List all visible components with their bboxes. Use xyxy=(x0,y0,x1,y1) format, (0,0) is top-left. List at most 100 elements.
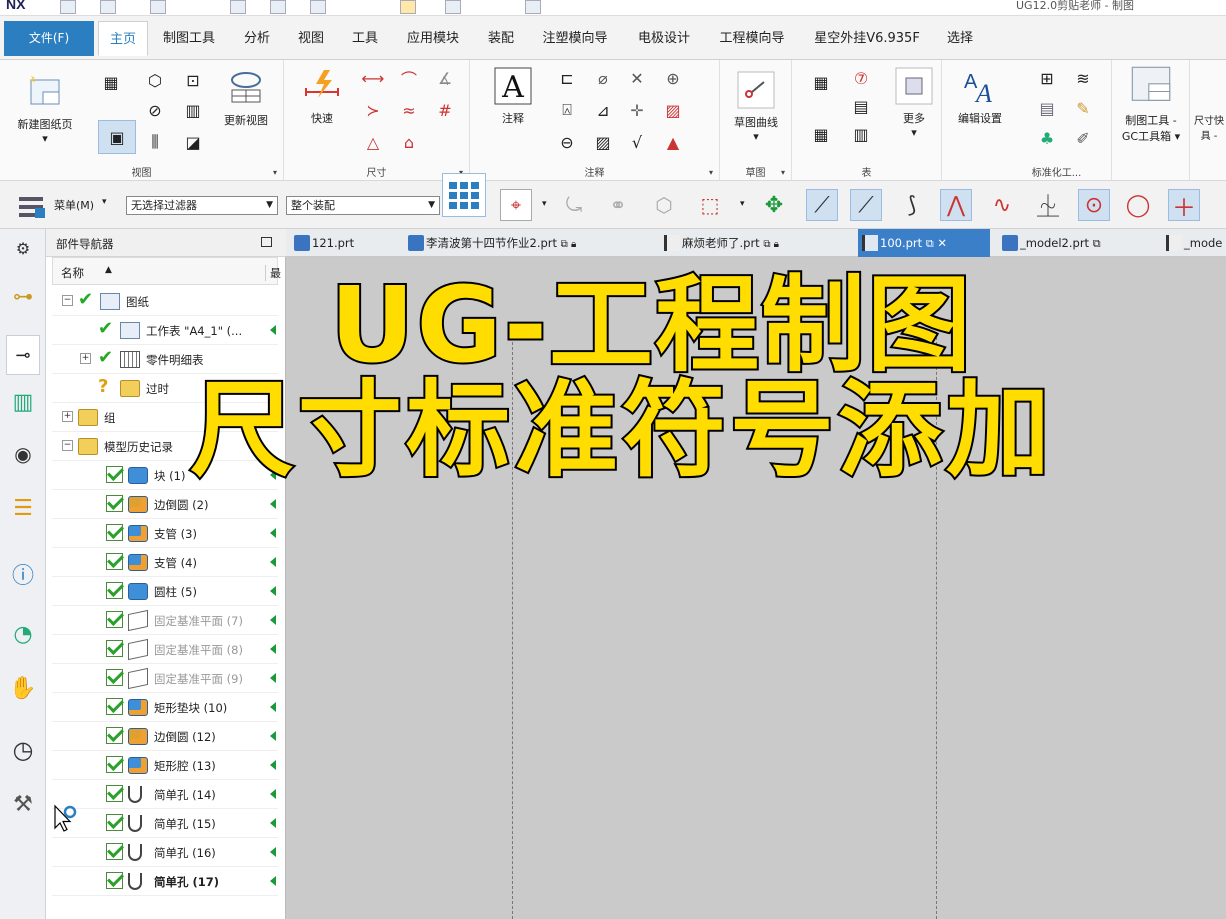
balloon-icon[interactable]: ⑦ xyxy=(848,66,874,90)
detail-view-icon[interactable]: ⊡ xyxy=(180,68,206,92)
tab-engineering-wizard[interactable]: 工程模向导 xyxy=(711,21,793,56)
snap-intersection-icon[interactable]: ⏈ xyxy=(1032,189,1064,221)
title-block-icon[interactable]: ▤ xyxy=(1034,96,1060,120)
file-menu-tab[interactable]: 文件(F) xyxy=(4,21,94,56)
feature-checkbox[interactable] xyxy=(106,785,123,802)
arc-length-dimension-icon[interactable]: △ xyxy=(360,130,386,154)
navigator-row[interactable]: 矩形垫块 (10) xyxy=(52,693,278,722)
tab-select[interactable]: 选择 xyxy=(940,21,980,56)
standard-tool-icon[interactable]: ✐ xyxy=(1070,126,1096,150)
navigator-row[interactable]: 固定基准平面 (7) xyxy=(52,606,278,635)
ordinate-dimension-icon[interactable]: # xyxy=(432,98,458,122)
snap-spline-icon[interactable]: ∿ xyxy=(986,189,1018,221)
hole-table-icon[interactable]: ▥ xyxy=(848,122,874,146)
navigator-row[interactable]: 简单孔 (14) xyxy=(52,780,278,809)
window-menu-icon[interactable] xyxy=(525,0,541,14)
weld-symbol-icon[interactable]: √ xyxy=(624,130,650,154)
menu-dropdown-icon[interactable]: ▾ xyxy=(102,197,107,207)
web-browser-icon[interactable]: ⓘ xyxy=(8,559,38,589)
save-icon[interactable] xyxy=(60,0,76,14)
feature-checkbox[interactable] xyxy=(106,466,123,483)
snap-endpoint-icon[interactable]: ⟋ xyxy=(806,189,838,221)
dim-quick-tool-button[interactable]: 尺寸快 具 - xyxy=(1192,112,1226,142)
tab-application[interactable]: 应用模块 xyxy=(400,21,466,56)
tab-electrode-design[interactable]: 电极设计 xyxy=(629,21,699,56)
settings-gear-icon[interactable]: ⚙ xyxy=(8,233,38,263)
window-icon[interactable] xyxy=(310,0,326,14)
target-point-icon[interactable]: ✛ xyxy=(624,98,650,122)
perimeter-dimension-icon[interactable]: ⌂ xyxy=(396,130,422,154)
feature-checkbox[interactable] xyxy=(106,872,123,889)
tag-icon[interactable]: ✎ xyxy=(1070,96,1096,120)
touch-icon[interactable] xyxy=(400,0,416,14)
collapse-toggle-icon[interactable]: − xyxy=(62,295,73,306)
parts-list-icon[interactable]: ▤ xyxy=(848,94,874,118)
zoom-icon[interactable]: ⊖ xyxy=(554,130,580,154)
snap-quadrant-icon[interactable]: ◯ xyxy=(1122,189,1154,221)
latest-column-header[interactable]: 最 xyxy=(265,265,281,281)
view-group-dropdown-icon[interactable]: ▾ xyxy=(273,168,277,177)
copy-icon[interactable] xyxy=(230,0,246,14)
base-view-icon[interactable]: ▦ xyxy=(98,70,124,94)
reuse-library-icon[interactable]: ▥ xyxy=(8,387,38,417)
feature-checkbox[interactable] xyxy=(106,495,123,512)
rapid-dimension-button[interactable]: 快速 xyxy=(294,66,350,126)
snap-body-icon[interactable]: ⬡ xyxy=(648,189,680,221)
section-view-icon[interactable]: ⊘ xyxy=(142,98,168,122)
tab-drafting-tools[interactable]: 制图工具 xyxy=(156,21,222,56)
annotation-group-dropdown-icon[interactable]: ▾ xyxy=(709,168,713,177)
navigator-row[interactable]: 简单孔 (17) xyxy=(52,867,278,896)
navigator-row[interactable]: 支管 (4) xyxy=(52,548,278,577)
feature-checkbox[interactable] xyxy=(106,727,123,744)
sketch-group-dropdown-icon[interactable]: ▾ xyxy=(781,168,785,177)
datum-target-icon[interactable]: ⍓ xyxy=(554,98,580,122)
tab-assembly[interactable]: 装配 xyxy=(480,21,522,56)
window-switch-icon[interactable] xyxy=(445,0,461,14)
surface-finish-icon[interactable]: ⊿ xyxy=(590,98,616,122)
part-navigator-icon[interactable]: ⊸ xyxy=(6,335,40,375)
tab-mold-wizard[interactable]: 注塑模向导 xyxy=(535,21,615,56)
feature-checkbox[interactable] xyxy=(106,640,123,657)
navigator-row[interactable]: 固定基准平面 (9) xyxy=(52,664,278,693)
expand-toggle-icon[interactable]: + xyxy=(80,353,91,364)
role-icon[interactable]: ⚒ xyxy=(8,789,38,819)
view-creation-wizard-icon[interactable]: ▣ xyxy=(98,120,136,154)
feature-checkbox[interactable] xyxy=(106,814,123,831)
feature-checkbox[interactable] xyxy=(106,843,123,860)
linear-dimension-icon[interactable]: ⟷ xyxy=(360,66,386,90)
layers-icon[interactable]: ≋ xyxy=(1070,66,1096,90)
collapse-toggle-icon[interactable]: − xyxy=(62,440,73,451)
feature-control-frame-icon[interactable]: ⊏ xyxy=(554,66,580,90)
snap-arc-icon[interactable]: ⚭ xyxy=(602,189,634,221)
drawing-border-icon[interactable]: ⊞ xyxy=(1034,66,1060,90)
navigator-row[interactable]: 简单孔 (16) xyxy=(52,838,278,867)
navigator-row[interactable]: 边倒圆 (12) xyxy=(52,722,278,751)
snap-midpoint-icon[interactable]: ⟋ xyxy=(850,189,882,221)
table-note-icon[interactable]: ▦ xyxy=(808,70,834,94)
snap-arc-center-icon[interactable]: ⊙ xyxy=(1078,189,1110,221)
feature-checkbox[interactable] xyxy=(106,611,123,628)
thickness-dimension-icon[interactable]: ≈ xyxy=(396,98,422,122)
snap-point-icon[interactable]: ⤿ xyxy=(558,189,590,221)
crosshair-icon[interactable]: ⊕ xyxy=(660,66,686,90)
navigator-row[interactable]: 固定基准平面 (8) xyxy=(52,635,278,664)
note-button[interactable]: A 注释 xyxy=(488,66,538,126)
snap-point-cross-icon[interactable]: ＋ xyxy=(1168,189,1200,222)
navigator-row[interactable]: 矩形腔 (13) xyxy=(52,751,278,780)
more-button[interactable]: 更多 ▾ xyxy=(888,66,940,139)
radial-dimension-icon[interactable]: ⌒ xyxy=(396,66,422,90)
menu-button[interactable]: 菜单(M) xyxy=(54,197,94,213)
snap-dropdown-icon[interactable]: ▾ xyxy=(542,199,547,209)
hatch-icon[interactable]: ▨ xyxy=(660,98,686,122)
navigator-row[interactable]: 支管 (3) xyxy=(52,519,278,548)
history-icon[interactable]: ◔ xyxy=(8,619,38,649)
gc-tools-button[interactable]: 制图工具 - GC工具箱 ▾ xyxy=(1116,64,1186,144)
chamfer-dimension-icon[interactable]: ≻ xyxy=(360,98,386,122)
feature-checkbox[interactable] xyxy=(106,698,123,715)
menu-icon[interactable] xyxy=(12,191,52,223)
center-mark-icon[interactable]: ✕ xyxy=(624,66,650,90)
area-fill-icon[interactable]: ▲ xyxy=(660,130,686,154)
selection-rect-icon[interactable]: ⬚ xyxy=(694,189,726,221)
feature-checkbox[interactable] xyxy=(106,756,123,773)
paste-icon[interactable] xyxy=(270,0,286,14)
